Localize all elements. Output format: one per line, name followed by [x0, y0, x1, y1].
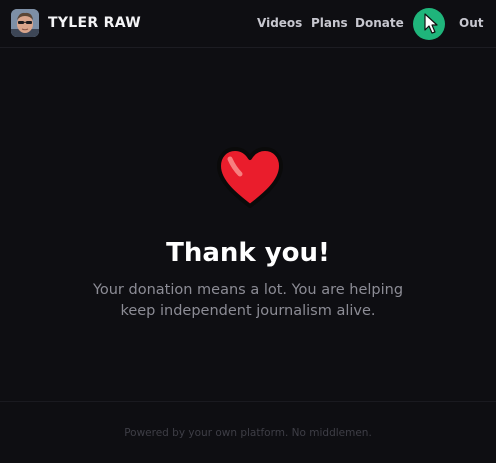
footer: Powered by your own platform. No middlem…	[0, 401, 496, 463]
cursor-icon	[424, 13, 438, 34]
avatar[interactable]	[11, 9, 39, 37]
footer-text: Powered by your own platform. No middlem…	[124, 427, 372, 439]
brand-name[interactable]: TYLER RAW	[48, 13, 141, 33]
heart-icon	[215, 146, 285, 210]
account-button[interactable]	[413, 8, 445, 40]
nav-out[interactable]: Out	[459, 14, 483, 32]
nav-donate[interactable]: Donate	[355, 14, 404, 32]
avatar-portrait	[11, 9, 39, 37]
nav-videos[interactable]: Videos	[257, 14, 302, 32]
nav-plans[interactable]: Plans	[311, 14, 348, 32]
message-line-1: Your donation means a lot. You are helpi…	[92, 282, 404, 298]
page-title: Thank you!	[166, 238, 330, 268]
top-nav-bar: TYLER RAW Videos Plans Donate Out	[0, 0, 496, 48]
message-line-2: keep independent journalism alive.	[120, 303, 376, 319]
thank-you-message: Your donation means a lot. You are helpi…	[0, 280, 496, 322]
page: TYLER RAW Videos Plans Donate Out Thank …	[0, 0, 496, 463]
